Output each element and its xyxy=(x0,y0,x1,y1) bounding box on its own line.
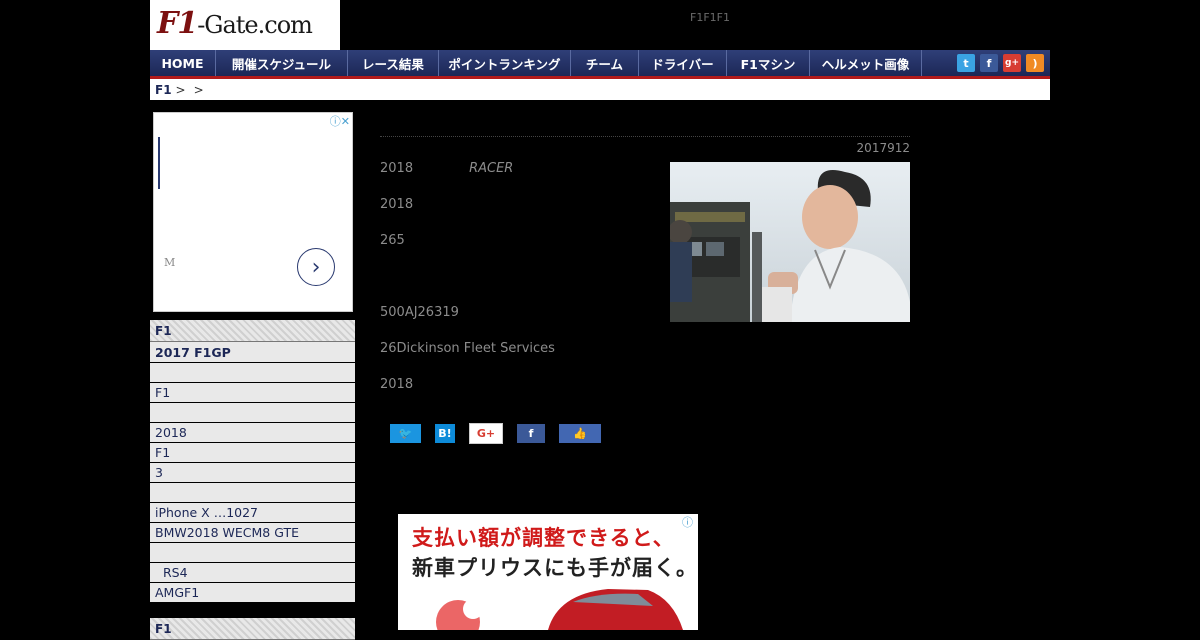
nav-ranking[interactable]: ポイントランキング xyxy=(439,50,571,76)
sidebar-item[interactable]: RS4 xyxy=(150,563,355,582)
page-wrapper: F1-Gate.com F1F1F1 HOME 開催スケジュール レース結果 ポ… xyxy=(150,0,1050,640)
google-plus-button[interactable]: G+ xyxy=(469,423,503,444)
sidebar-item[interactable]: AMGF1 xyxy=(150,583,355,602)
article: 2017912 2018 RACER 2018 265 500AJ26319 26… xyxy=(380,136,910,444)
sidebar-item[interactable] xyxy=(150,543,355,562)
sidebar-item[interactable] xyxy=(150,403,355,422)
facebook-icon[interactable]: f xyxy=(980,54,998,72)
sidebar-item[interactable]: iPhone X …1027 xyxy=(150,503,355,522)
ad-letter: M xyxy=(164,256,176,269)
hatena-bookmark-button[interactable]: B! xyxy=(435,424,455,443)
rss-icon[interactable]: ) xyxy=(1026,54,1044,72)
article-paragraph: 26Dickinson Fleet Services xyxy=(380,341,555,356)
article-date: 2017912 xyxy=(856,141,910,155)
breadcrumb-separator: > xyxy=(193,82,204,97)
nav-results[interactable]: レース結果 xyxy=(348,50,439,76)
nav-home[interactable]: HOME xyxy=(150,50,216,76)
header-note: F1F1F1 xyxy=(690,11,730,24)
site-logo[interactable]: F1-Gate.com xyxy=(150,0,340,50)
twitter-icon[interactable]: t xyxy=(957,54,975,72)
like-button[interactable]: 👍 xyxy=(559,424,601,443)
social-links: t f g+ ) xyxy=(922,50,1050,76)
adchoices-icon[interactable]: ⓘ✕ xyxy=(330,113,350,129)
twitter-share-button[interactable]: 🐦 xyxy=(390,424,421,443)
svg-text:ⓘ: ⓘ xyxy=(682,516,693,529)
sidebar: F1 2017 F1GP F1 2018 F1 3 iPhone X …1027… xyxy=(150,320,355,640)
sidebar-heading: F1 xyxy=(150,618,355,640)
breadcrumb-separator: > xyxy=(175,82,186,97)
sidebar-item[interactable]: 2017 F1GP xyxy=(150,342,355,362)
nav-machines[interactable]: F1マシン xyxy=(727,50,810,76)
nav-helmets[interactable]: ヘルメット画像 xyxy=(810,50,922,76)
article-paragraph: 2018 xyxy=(380,197,414,212)
nav-drivers[interactable]: ドライバー xyxy=(639,50,727,76)
google-plus-icon[interactable]: g+ xyxy=(1003,54,1021,72)
article-paragraph: 2018 RACER xyxy=(380,161,514,176)
sidebar-item[interactable]: BMW2018 WECM8 GTE xyxy=(150,523,355,542)
breadcrumb-home[interactable]: F1 xyxy=(155,83,172,97)
bottom-ad-banner[interactable]: 支払い額が調整できると、 新車プリウスにも手が届く。 ⓘ xyxy=(398,514,698,630)
chevron-right-icon[interactable]: › xyxy=(297,248,335,286)
nav-teams[interactable]: チーム xyxy=(571,50,639,76)
article-photo[interactable] xyxy=(670,162,910,322)
sidebar-heading: F1 xyxy=(150,320,355,342)
nav-schedule[interactable]: 開催スケジュール xyxy=(216,50,348,76)
sidebar-item[interactable] xyxy=(150,483,355,502)
sidebar-item[interactable]: 3 xyxy=(150,463,355,482)
share-buttons: 🐦 B! G+ f 👍 xyxy=(390,423,601,444)
banner-car-image: ⓘ xyxy=(436,516,693,630)
ad-bar xyxy=(158,137,160,189)
sidebar-item[interactable]: 2018 xyxy=(150,423,355,442)
sidebar-item[interactable]: F1 xyxy=(150,383,355,402)
main-nav: HOME 開催スケジュール レース結果 ポイントランキング チーム ドライバー … xyxy=(150,50,1050,79)
article-paragraph: 2018 xyxy=(380,377,414,392)
sidebar-item[interactable] xyxy=(150,363,355,382)
logo-text: F1-Gate.com xyxy=(157,6,313,41)
article-divider xyxy=(380,136,910,137)
article-paragraph: 265 xyxy=(380,233,405,248)
sidebar-item[interactable]: F1 xyxy=(150,443,355,462)
article-paragraph: 500AJ26319 xyxy=(380,305,459,320)
breadcrumb: F1 > > xyxy=(150,79,1050,100)
sidebar-ad[interactable]: M › ⓘ✕ xyxy=(153,112,353,312)
facebook-share-button[interactable]: f xyxy=(517,424,545,443)
